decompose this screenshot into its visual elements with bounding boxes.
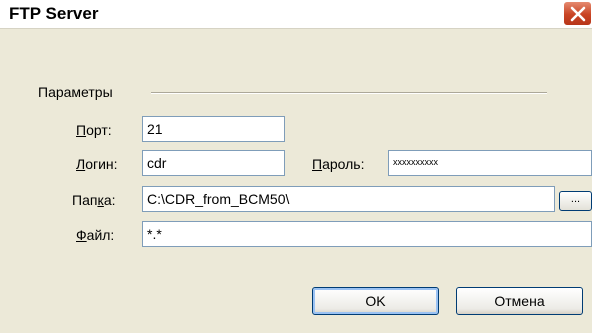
- cancel-button[interactable]: Отмена: [456, 287, 583, 315]
- port-label: Порт:: [76, 122, 112, 138]
- folder-input[interactable]: C:\CDR_from_BCM50\: [142, 186, 555, 212]
- password-input[interactable]: xxxxxxxxxx: [388, 150, 592, 176]
- file-label: Файл:: [76, 227, 115, 243]
- ok-button[interactable]: OK: [312, 287, 439, 315]
- login-label: Логин:: [76, 156, 118, 172]
- window-title: FTP Server: [9, 4, 99, 23]
- group-divider: [151, 92, 547, 94]
- password-label: Пароль:: [312, 156, 365, 172]
- folder-label: Папка:: [72, 192, 116, 208]
- file-input[interactable]: *.*: [142, 221, 592, 247]
- login-input[interactable]: cdr: [142, 150, 285, 176]
- title-bar: FTP Server: [0, 0, 592, 29]
- group-caption: Параметры: [38, 84, 113, 100]
- browse-folder-button[interactable]: ...: [559, 191, 592, 211]
- close-button[interactable]: [563, 1, 592, 26]
- port-input[interactable]: 21: [142, 116, 285, 142]
- close-icon: [570, 6, 586, 22]
